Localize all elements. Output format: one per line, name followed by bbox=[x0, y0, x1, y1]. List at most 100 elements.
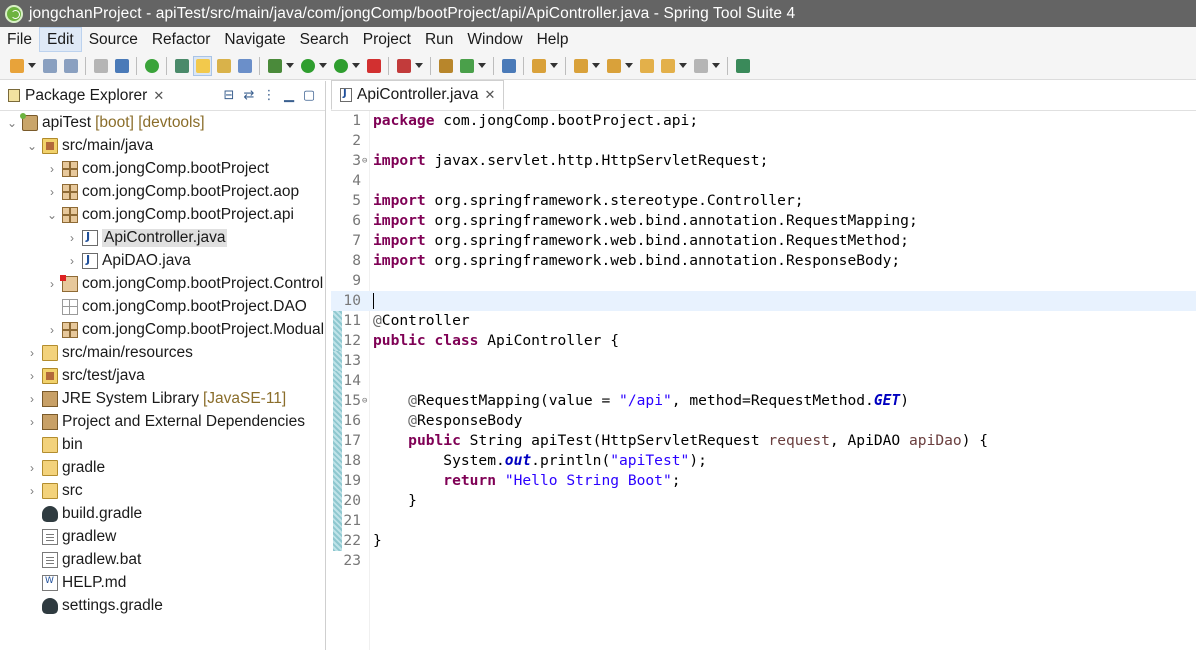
tree-item[interactable]: ⌄ apiTest [boot] [devtools] bbox=[4, 111, 205, 134]
tree-item[interactable]: bin bbox=[24, 433, 83, 456]
tree-item[interactable]: › com.jongComp.bootProject.Control bbox=[44, 272, 323, 295]
chevron-right-icon[interactable]: › bbox=[64, 230, 80, 246]
chevron-down-icon[interactable] bbox=[351, 56, 361, 76]
chevron-down-icon[interactable]: ⌄ bbox=[24, 138, 40, 154]
minimize-icon[interactable]: ▁ bbox=[279, 85, 299, 105]
chevron-down-icon[interactable] bbox=[711, 56, 721, 76]
close-icon[interactable]: ✕ bbox=[484, 87, 495, 103]
code-line[interactable]: 11 @Controller bbox=[331, 311, 1196, 331]
menu-search[interactable]: Search bbox=[293, 27, 356, 52]
chevron-down-icon[interactable]: ⌄ bbox=[4, 115, 20, 131]
tree-item[interactable]: gradlew.bat bbox=[24, 548, 141, 571]
tree-item[interactable]: › JRE System Library [JavaSE-11] bbox=[24, 387, 286, 410]
menu-run[interactable]: Run bbox=[418, 27, 460, 52]
stop-icon[interactable] bbox=[364, 56, 383, 76]
collapse-all-icon[interactable]: ⊟ bbox=[219, 85, 239, 105]
debug-icon[interactable] bbox=[265, 56, 284, 76]
save-all-icon[interactable] bbox=[61, 56, 80, 76]
menu-project[interactable]: Project bbox=[356, 27, 418, 52]
code-line[interactable]: 13 bbox=[331, 351, 1196, 371]
menu-file[interactable]: File bbox=[0, 27, 39, 52]
tree-item[interactable]: ⌄ src/main/java bbox=[24, 134, 153, 157]
run-icon[interactable] bbox=[298, 56, 317, 76]
chevron-down-icon[interactable] bbox=[678, 56, 688, 76]
code-line[interactable]: 22} bbox=[331, 531, 1196, 551]
tree-item[interactable]: HELP.md bbox=[24, 571, 126, 594]
code-line[interactable]: 3 ⊖ import javax.servlet.http.HttpServletR… bbox=[331, 151, 1196, 171]
menu-refactor[interactable]: Refactor bbox=[145, 27, 218, 52]
open-task-icon[interactable] bbox=[112, 56, 131, 76]
code-editor[interactable]: 1 package com.jongComp.bootProject.api; 2 3… bbox=[331, 111, 1196, 650]
tree-item[interactable]: › src bbox=[24, 479, 83, 502]
link-with-editor-icon[interactable]: ⇄ bbox=[239, 85, 259, 105]
show-whitespace-icon[interactable] bbox=[235, 56, 254, 76]
tree-item[interactable]: › com.jongComp.bootProject bbox=[44, 157, 269, 180]
code-line[interactable]: 16 @ResponseBody bbox=[331, 411, 1196, 431]
new-java-class-icon[interactable] bbox=[457, 56, 476, 76]
tree-item[interactable]: ⌄ com.jongComp.bootProject.api bbox=[44, 203, 294, 226]
tree-item[interactable]: com.jongComp.bootProject.DAO bbox=[44, 295, 307, 318]
chevron-right-icon[interactable]: › bbox=[44, 184, 60, 200]
tree-item[interactable]: settings.gradle bbox=[24, 594, 163, 617]
last-edit-location-icon[interactable] bbox=[637, 56, 656, 76]
chevron-right-icon[interactable]: › bbox=[44, 276, 60, 292]
chevron-down-icon[interactable] bbox=[414, 56, 424, 76]
tree-item[interactable]: gradlew bbox=[24, 525, 116, 548]
chevron-right-icon[interactable]: › bbox=[24, 391, 40, 407]
next-annotation-icon[interactable] bbox=[571, 56, 590, 76]
code-line[interactable]: 20 } bbox=[331, 491, 1196, 511]
code-line[interactable]: 19 return "Hello String Boot"; bbox=[331, 471, 1196, 491]
previous-annotation-icon[interactable] bbox=[604, 56, 623, 76]
toggle-mark-occurrences-icon[interactable] bbox=[193, 55, 212, 76]
code-line[interactable]: 7 import org.springframework.web.bind.ann… bbox=[331, 231, 1196, 251]
menu-edit[interactable]: Edit bbox=[38, 27, 82, 52]
tree-item[interactable]: › Project and External Dependencies bbox=[24, 410, 305, 433]
chevron-down-icon[interactable] bbox=[591, 56, 601, 76]
chevron-down-icon[interactable] bbox=[624, 56, 634, 76]
chevron-down-icon[interactable] bbox=[27, 56, 37, 76]
coverage-icon[interactable] bbox=[331, 56, 350, 76]
open-type-icon[interactable] bbox=[436, 56, 455, 76]
chevron-down-icon[interactable] bbox=[477, 56, 487, 76]
chevron-right-icon[interactable]: › bbox=[24, 483, 40, 499]
search-icon[interactable] bbox=[529, 56, 548, 76]
back-icon[interactable] bbox=[658, 56, 677, 76]
view-menu-icon[interactable]: ⋮ bbox=[259, 85, 279, 105]
menu-window[interactable]: Window bbox=[460, 27, 529, 52]
code-line[interactable]: 10 bbox=[331, 291, 1196, 311]
code-line[interactable]: 2 bbox=[331, 131, 1196, 151]
fold-toggle-icon[interactable]: ⊖ bbox=[362, 391, 367, 411]
tree-item[interactable]: › ApiDAO.java bbox=[64, 249, 191, 272]
code-line[interactable]: 1 package com.jongComp.bootProject.api; bbox=[331, 111, 1196, 131]
code-line[interactable]: 18 System.out.println("apiTest"); bbox=[331, 451, 1196, 471]
chevron-right-icon[interactable]: › bbox=[24, 414, 40, 430]
spring-boot-dashboard-icon[interactable] bbox=[142, 56, 161, 76]
chevron-down-icon[interactable]: ⌄ bbox=[44, 207, 60, 223]
tree-item[interactable]: › gradle bbox=[24, 456, 105, 479]
open-perspective-icon[interactable] bbox=[733, 56, 752, 76]
code-line[interactable]: 9 bbox=[331, 271, 1196, 291]
tree-item[interactable]: › com.jongComp.bootProject.Modual bbox=[44, 318, 324, 341]
code-line[interactable]: 4 bbox=[331, 171, 1196, 191]
fold-toggle-icon[interactable]: ⊖ bbox=[362, 151, 367, 171]
chevron-down-icon[interactable] bbox=[318, 56, 328, 76]
code-line[interactable]: 23 bbox=[331, 551, 1196, 571]
toggle-breadcrumb-icon[interactable] bbox=[172, 56, 191, 76]
tab-apicontroller-java[interactable]: ApiController.java ✕ bbox=[331, 80, 505, 110]
tree-item[interactable]: › src/test/java bbox=[24, 364, 145, 387]
tree-item[interactable]: › com.jongComp.bootProject.aop bbox=[44, 180, 299, 203]
code-line[interactable]: 5 import org.springframework.stereotype.C… bbox=[331, 191, 1196, 211]
save-icon[interactable] bbox=[40, 56, 59, 76]
menu-help[interactable]: Help bbox=[530, 27, 576, 52]
tree-item[interactable]: build.gradle bbox=[24, 502, 142, 525]
code-line[interactable]: 12 public class ApiController { bbox=[331, 331, 1196, 351]
code-line[interactable]: 8 import org.springframework.web.bind.ann… bbox=[331, 251, 1196, 271]
menu-navigate[interactable]: Navigate bbox=[217, 27, 292, 52]
code-line[interactable]: 15 ⊖ @RequestMapping(value = "/api", meth… bbox=[331, 391, 1196, 411]
chevron-right-icon[interactable]: › bbox=[24, 460, 40, 476]
menu-source[interactable]: Source bbox=[82, 27, 145, 52]
code-line[interactable]: 14 bbox=[331, 371, 1196, 391]
print-icon[interactable] bbox=[91, 56, 110, 76]
chevron-right-icon[interactable]: › bbox=[24, 345, 40, 361]
tab-package-explorer[interactable]: Package Explorer ✕ bbox=[0, 81, 170, 111]
